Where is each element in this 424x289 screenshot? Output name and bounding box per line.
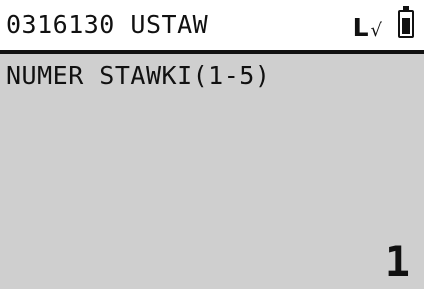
device-screen: 0316130 USTAW L √ NUMER STAWKI(1-5) 1 — [0, 0, 424, 289]
header-bar: 0316130 USTAW L √ — [0, 0, 424, 50]
line-indicator: L √ — [353, 8, 382, 42]
header-divider — [0, 50, 424, 54]
status-icons: L √ — [353, 6, 414, 42]
screen-title: 0316130 USTAW — [6, 10, 209, 39]
battery-icon — [398, 6, 414, 38]
checkmark-icon: √ — [370, 20, 382, 41]
entered-value[interactable]: 1 — [385, 237, 410, 287]
input-prompt: NUMER STAWKI(1-5) — [6, 61, 271, 90]
line-indicator-letter: L — [352, 13, 369, 42]
